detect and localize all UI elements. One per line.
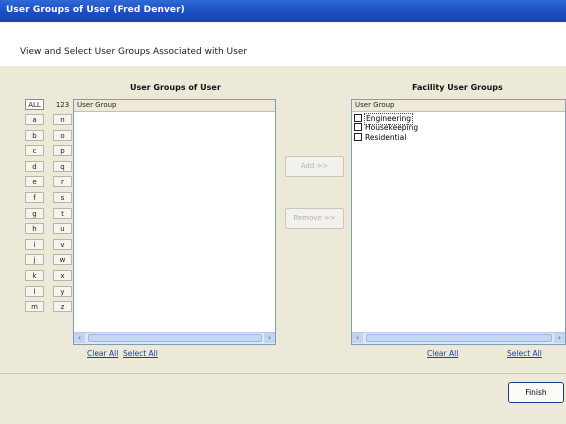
scroll-left-icon[interactable]: ‹ [74, 333, 85, 343]
alpha-tab[interactable]: p [53, 145, 72, 157]
facility-group-label: Housekeeping [365, 123, 419, 132]
facility-group-item[interactable]: Engineering [354, 113, 413, 125]
right-horizontal-scrollbar[interactable]: ‹ › [352, 332, 565, 344]
add-button[interactable]: Add >> [285, 156, 344, 177]
alpha-tab[interactable]: x [53, 270, 72, 281]
alpha-tab[interactable]: q [53, 160, 72, 172]
facility-group-item[interactable]: Housekeeping [354, 123, 419, 133]
alpha-tab[interactable]: r [53, 176, 72, 188]
scroll-right-icon[interactable]: › [554, 333, 565, 343]
left-panel-title: User Groups of User [130, 83, 221, 92]
checkbox[interactable] [354, 123, 362, 131]
alpha-tab[interactable]: o [53, 129, 72, 141]
alpha-tab[interactable]: b [25, 129, 44, 141]
alpha-tab[interactable]: w [53, 254, 72, 266]
left-select-all-link[interactable]: Select All [123, 349, 158, 358]
scroll-right-icon[interactable]: › [264, 333, 275, 343]
alpha-tab[interactable]: t [53, 207, 72, 219]
alpha-tab[interactable]: g [25, 207, 44, 219]
scroll-thumb[interactable] [366, 334, 552, 342]
alpha-tab[interactable]: e [25, 176, 44, 188]
alpha-tab-123[interactable]: 123 [53, 99, 72, 110]
left-horizontal-scrollbar[interactable]: ‹ › [74, 332, 275, 344]
alpha-tab[interactable]: d [25, 160, 44, 172]
instruction-text: View and Select User Groups Associated w… [20, 47, 248, 57]
footer-divider [0, 373, 566, 374]
title-bar: User Groups of User (Fred Denver) [0, 0, 566, 22]
alpha-tab[interactable]: l [25, 285, 44, 297]
assigned-groups-list[interactable]: User Group ‹ › [73, 99, 276, 345]
left-clear-all-link[interactable]: Clear All [87, 349, 118, 358]
column-header-user-group[interactable]: User Group [352, 100, 565, 112]
alpha-tab[interactable]: h [25, 223, 44, 235]
scroll-thumb[interactable] [88, 334, 262, 342]
alpha-tab[interactable]: n [53, 114, 72, 125]
facility-group-label: Residential [365, 133, 407, 142]
right-select-all-link[interactable]: Select All [507, 349, 542, 358]
alpha-tab[interactable]: c [25, 145, 44, 157]
facility-groups-list[interactable]: User Group Engineering Housekeeping Reside… [351, 99, 566, 345]
alpha-tab[interactable]: m [25, 301, 44, 313]
checkbox[interactable] [354, 133, 362, 141]
remove-button[interactable]: Remove >> [285, 208, 344, 229]
right-panel-title: Facility User Groups [412, 83, 503, 92]
column-header-user-group[interactable]: User Group [74, 100, 275, 112]
alpha-tab[interactable]: v [53, 238, 72, 250]
finish-button[interactable]: Finish [508, 382, 564, 403]
checkbox[interactable] [354, 114, 362, 122]
alpha-tab[interactable]: k [25, 270, 44, 281]
alpha-tab[interactable]: y [53, 285, 72, 297]
header-panel: View and Select User Groups Associated w… [0, 22, 566, 67]
dialog-body: User Groups of User ALL 123 abcdefghijkl… [0, 66, 566, 424]
alpha-tab[interactable]: u [53, 223, 72, 235]
scroll-left-icon[interactable]: ‹ [352, 333, 363, 343]
facility-group-item[interactable]: Residential [354, 133, 407, 143]
alpha-tab[interactable]: s [53, 192, 72, 203]
right-clear-all-link[interactable]: Clear All [427, 349, 458, 358]
alpha-tab[interactable]: a [25, 114, 44, 125]
alpha-tab[interactable]: f [25, 192, 44, 203]
alpha-tab[interactable]: j [25, 254, 44, 266]
alpha-tab-all[interactable]: ALL [25, 99, 44, 110]
alpha-tab[interactable]: z [53, 301, 72, 313]
window-title: User Groups of User (Fred Denver) [6, 5, 185, 15]
alpha-tab[interactable]: i [25, 238, 44, 250]
